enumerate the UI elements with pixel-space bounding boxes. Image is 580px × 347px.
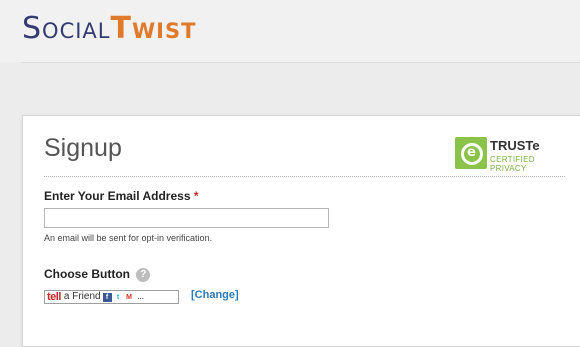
tell-text: a Friend [63,291,101,302]
socialtwist-logo[interactable]: SocialTwist [22,11,196,46]
logo-social-text: Social [22,11,111,46]
logo-twist-text: Twist [110,11,197,46]
email-label: Enter Your Email Address * [44,189,199,203]
truste-subtitle: CERTIFIED PRIVACY [490,155,535,173]
gmail-icon: M [124,292,134,302]
email-hint: An email will be sent for opt-in verific… [44,233,213,243]
more-icon: … [135,292,146,302]
choose-button-label: Choose Button ? [44,267,151,282]
tell-logo: tell [47,291,61,303]
truste-seal[interactable]: e TRUSTe CERTIFIED PRIVACY [455,137,567,173]
choose-button-label-text: Choose Button [44,267,130,281]
page-title: Signup [44,134,122,162]
required-marker: * [193,189,199,203]
signup-card: Signup e TRUSTe CERTIFIED PRIVACY Enter … [22,115,580,347]
truste-icon: e [455,137,487,169]
truste-name: TRUSTe [490,138,540,153]
change-button-link[interactable]: [Change] [191,289,239,301]
facebook-icon: f [102,292,112,302]
header-divider [22,62,580,63]
help-icon[interactable]: ? [136,267,151,282]
email-field[interactable] [44,208,329,228]
twitter-icon: t [113,292,123,302]
tell-a-friend-button-preview[interactable]: tell a Friend f t M … [44,290,179,304]
site-header: SocialTwist [0,0,580,62]
email-label-text: Enter Your Email Address [44,189,191,203]
title-divider [44,176,565,177]
